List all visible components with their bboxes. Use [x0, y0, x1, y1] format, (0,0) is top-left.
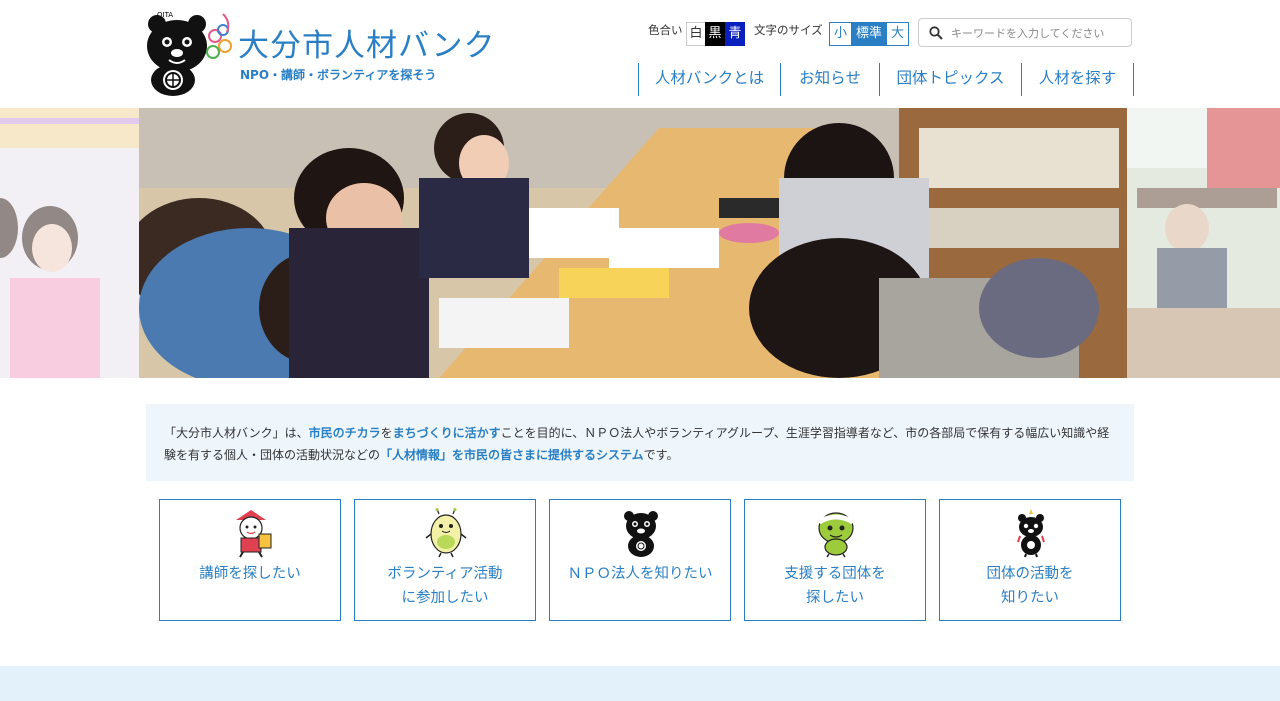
frog-mascot-icon	[817, 512, 855, 558]
font-size-selector: 小 標準 大	[829, 22, 909, 46]
nav-item-news[interactable]: お知らせ	[780, 63, 879, 96]
color-scheme-label: 色合い	[648, 23, 683, 37]
intro-emphasis-citizens-power: 市民のチカラ	[308, 426, 381, 440]
bear-logo-icon[interactable]: OITA	[143, 8, 238, 98]
hero-prev-photo[interactable]	[0, 108, 139, 378]
intro-emphasis-system: 「人材情報」を市民の皆さまに提供するシステム	[380, 448, 644, 462]
site-header: OITA 大分市人材バンク NPO・講師・ボランティアを探そう 色合い 白 黒 …	[0, 0, 1280, 108]
font-size-large-button[interactable]: 大	[887, 23, 908, 45]
color-white-button[interactable]: 白	[686, 22, 706, 46]
card-learn-group-activities[interactable]: 団体の活動を 知りたい	[939, 499, 1121, 621]
font-size-standard-button[interactable]: 標準	[851, 23, 887, 45]
search-input[interactable]	[951, 23, 1127, 43]
footer-band	[0, 666, 1280, 701]
nav-item-about[interactable]: 人材バンクとは	[638, 63, 780, 96]
search-box	[918, 18, 1132, 47]
font-size-small-button[interactable]: 小	[830, 23, 851, 45]
card-learn-npo[interactable]: ＮＰＯ法人を知りたい	[549, 499, 731, 621]
card-join-volunteer-label: ボランティア活動 に参加したい	[387, 566, 503, 606]
color-black-button[interactable]: 黒	[705, 22, 725, 46]
bear-mascot-icon	[624, 511, 658, 557]
hero-slider[interactable]	[0, 108, 1280, 378]
egg-mascot-icon	[425, 508, 467, 558]
main-nav: 人材バンクとは お知らせ 団体トピックス 人材を探す	[638, 63, 1134, 96]
hero-next-photo[interactable]	[1127, 108, 1280, 378]
card-find-lecturer-label: 講師を探したい	[199, 566, 301, 582]
card-find-support-group-label: 支援する団体を 探したい	[784, 566, 886, 606]
card-find-lecturer[interactable]: 講師を探したい	[159, 499, 341, 621]
search-icon[interactable]	[929, 26, 943, 40]
nav-item-topics[interactable]: 団体トピックス	[879, 63, 1021, 96]
intro-text-box: 「大分市人材バンク」は、市民のチカラをまちづくりに活かすことを目的に、ＮＰＯ法人…	[146, 404, 1134, 481]
nav-item-search-people[interactable]: 人材を探す	[1021, 63, 1134, 96]
card-find-support-group[interactable]: 支援する団体を 探したい	[744, 499, 926, 621]
font-size-label: 文字のサイズ	[754, 23, 823, 37]
intro-emphasis-community: まちづくりに活かす	[392, 426, 501, 440]
intro-text-4: です。	[643, 448, 679, 462]
card-learn-npo-label: ＮＰＯ法人を知りたい	[567, 566, 713, 582]
intro-text-1: 「大分市人材バンク」は、	[164, 426, 309, 440]
quick-links: 講師を探したい ボランティア活動 に参加したい ＮＰＯ法人を知りたい 支援する団…	[159, 499, 1121, 621]
site-subtitle: NPO・講師・ボランティアを探そう	[240, 68, 437, 82]
card-join-volunteer[interactable]: ボランティア活動 に参加したい	[354, 499, 536, 621]
card-learn-group-activities-label: 団体の活動を 知りたい	[986, 566, 1074, 606]
color-blue-button[interactable]: 青	[725, 22, 745, 46]
hero-photo-workshop	[139, 108, 1127, 378]
site-title[interactable]: 大分市人材バンク	[238, 20, 496, 65]
small-bear-mascot-icon	[1017, 509, 1045, 558]
intro-text-2: を	[380, 426, 393, 440]
samurai-mascot-icon	[236, 510, 272, 558]
